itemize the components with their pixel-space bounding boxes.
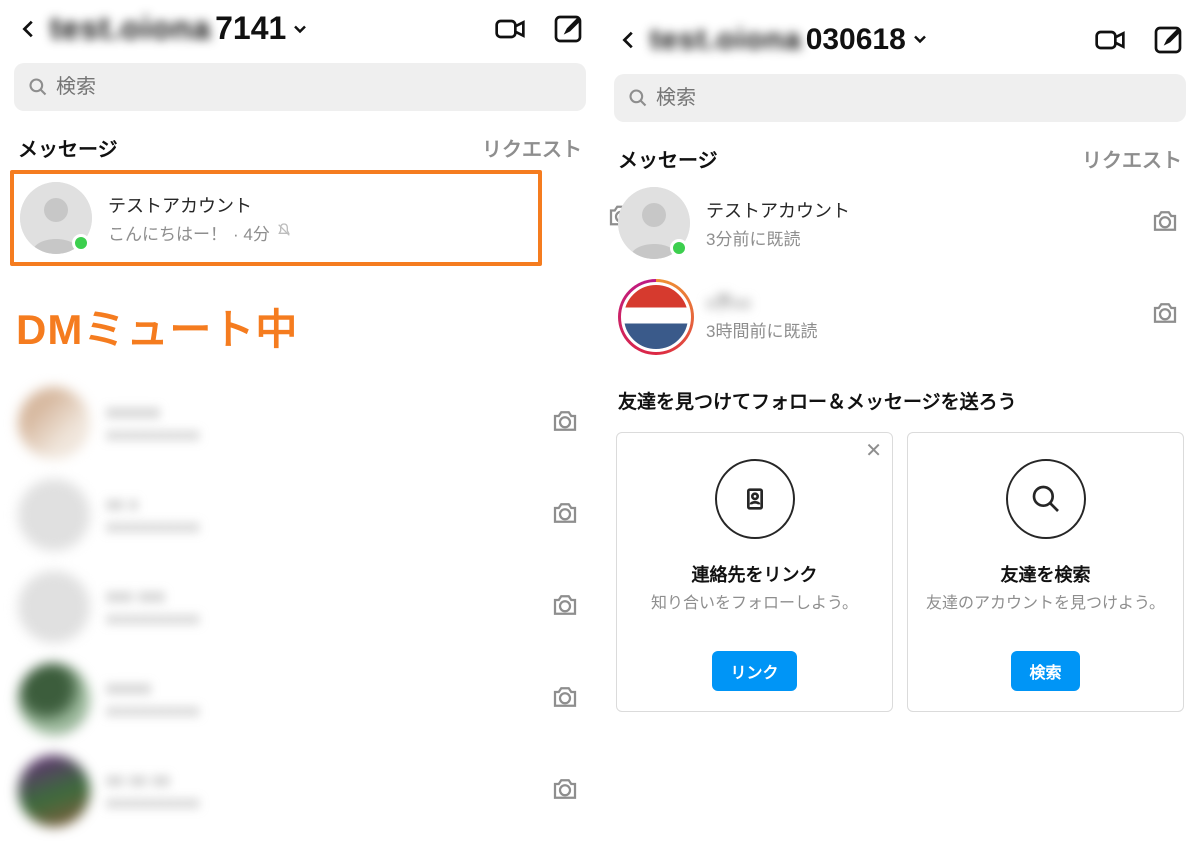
conversation-row[interactable]: xx xxxxxxxxxxxx xyxy=(10,469,590,561)
conversation-status: 3時間前に既読 xyxy=(706,317,1132,342)
camera-icon xyxy=(1150,206,1180,236)
camera-button[interactable] xyxy=(548,498,582,533)
tab-messages[interactable]: メッセージ xyxy=(618,144,718,173)
camera-button[interactable] xyxy=(1148,298,1182,333)
conversation-name: テストアカウント xyxy=(108,192,532,218)
chevron-left-icon xyxy=(18,18,40,40)
chevron-down-icon xyxy=(910,23,930,57)
suggestions-title: 友達を見つけてフォロー＆メッセージを送ろう xyxy=(610,361,1190,432)
video-call-button[interactable] xyxy=(1092,22,1128,58)
compose-icon xyxy=(552,13,584,45)
search-icon xyxy=(28,77,48,97)
avatar xyxy=(621,282,691,352)
camera-icon xyxy=(550,590,580,620)
conversation-row[interactable]: xxxxxxxxxxxxxxxxx xyxy=(10,377,590,469)
search-button[interactable]: 検索 xyxy=(1011,651,1079,691)
conversation-preview: こんにちはー！ · 4分 xyxy=(108,220,532,245)
suggestion-cards: ✕ 連絡先をリンク 知り合いをフォローしよう。 リンク 友達を検索 友達のアカウ… xyxy=(610,432,1190,712)
account-switcher[interactable]: test.oiona7141 xyxy=(50,10,486,47)
card-title: 友達を検索 xyxy=(1001,561,1091,587)
search-input[interactable] xyxy=(56,76,572,99)
camera-icon xyxy=(550,774,580,804)
dm-tabs: メッセージ リクエスト xyxy=(10,111,590,166)
conversation-status: 3分前に既読 xyxy=(706,225,1132,250)
presence-dot xyxy=(670,239,688,257)
compose-icon xyxy=(1152,24,1184,56)
conversation-row-highlighted[interactable]: テストアカウント こんにちはー！ · 4分 xyxy=(10,170,542,266)
conversation-row[interactable]: xxx xxxxxxxxxxxxxx xyxy=(10,561,590,653)
story-ring-icon xyxy=(618,279,694,355)
conversation-row[interactable]: x界xx 3時間前に既読 xyxy=(610,269,1190,361)
header: test.oiona7141 xyxy=(10,6,590,57)
avatar xyxy=(18,663,90,735)
search-bar[interactable] xyxy=(14,63,586,111)
conversation-text: テストアカウント こんにちはー！ · 4分 xyxy=(108,192,532,245)
header-actions xyxy=(492,11,586,47)
presence-dot xyxy=(72,234,90,252)
compose-button[interactable] xyxy=(1150,22,1186,58)
camera-button[interactable] xyxy=(548,682,582,717)
muted-icon xyxy=(276,222,292,243)
account-switcher[interactable]: test.oiona030618 xyxy=(650,23,1086,57)
close-button[interactable]: ✕ xyxy=(865,441,882,461)
dm-screen-other-account: test.oiona030618 メッセージ リクエスト テストアカウント xyxy=(600,0,1200,866)
conversation-row[interactable]: xxxxxxxxxxxxxxxx xyxy=(10,653,590,745)
conversation-row[interactable]: xx xx xxxxxxxxxxxxx xyxy=(10,745,590,837)
camera-button[interactable] xyxy=(548,406,582,441)
tab-requests[interactable]: リクエスト xyxy=(1082,144,1182,173)
avatar xyxy=(18,387,90,459)
avatar xyxy=(18,755,90,827)
avatar xyxy=(618,187,690,259)
conversation-name: テストアカウント xyxy=(706,197,1132,223)
video-icon xyxy=(1094,24,1126,56)
card-search-friends: 友達を検索 友達のアカウントを見つけよう。 検索 xyxy=(907,432,1184,712)
dm-screen-muted: test.oiona7141 メッセージ リクエスト xyxy=(0,0,600,866)
header: test.oiona030618 xyxy=(610,18,1190,68)
camera-button[interactable] xyxy=(1148,206,1182,241)
card-subtitle: 友達のアカウントを見つけよう。 xyxy=(926,593,1165,615)
annotation-label: DMミュート中 xyxy=(10,266,590,377)
link-button[interactable]: リンク xyxy=(712,651,796,691)
camera-icon xyxy=(1150,298,1180,328)
search-icon xyxy=(1006,459,1086,539)
video-icon xyxy=(494,13,526,45)
camera-icon xyxy=(550,682,580,712)
username-suffix: 7141 xyxy=(215,10,286,47)
camera-button[interactable] xyxy=(548,590,582,625)
back-button[interactable] xyxy=(14,14,44,44)
card-link-contacts: ✕ 連絡先をリンク 知り合いをフォローしよう。 リンク xyxy=(616,432,893,712)
chevron-left-icon xyxy=(618,29,640,51)
camera-icon xyxy=(550,498,580,528)
dm-tabs: メッセージ リクエスト xyxy=(610,122,1190,177)
avatar xyxy=(18,571,90,643)
username-blur: test.oiona xyxy=(650,23,802,57)
avatar-story[interactable] xyxy=(618,279,690,351)
camera-icon xyxy=(550,406,580,436)
card-subtitle: 知り合いをフォローしよう。 xyxy=(651,593,858,615)
header-actions xyxy=(1092,22,1186,58)
conversation-name: x界xx xyxy=(706,289,1132,315)
conversation-row[interactable]: テストアカウント 3分前に既読 xyxy=(610,177,1190,269)
avatar xyxy=(20,182,92,254)
search-input[interactable] xyxy=(656,87,1172,110)
search-icon xyxy=(628,88,648,108)
chevron-down-icon xyxy=(290,10,310,47)
card-title: 連絡先をリンク xyxy=(692,561,818,587)
tab-messages[interactable]: メッセージ xyxy=(18,133,118,162)
avatar xyxy=(18,479,90,551)
username-blur: test.oiona xyxy=(50,10,211,47)
search-bar[interactable] xyxy=(614,74,1186,122)
tab-requests[interactable]: リクエスト xyxy=(482,133,582,162)
compose-button[interactable] xyxy=(550,11,586,47)
username-suffix: 030618 xyxy=(806,23,906,57)
contacts-icon xyxy=(715,459,795,539)
video-call-button[interactable] xyxy=(492,11,528,47)
back-button[interactable] xyxy=(614,25,644,55)
camera-button[interactable] xyxy=(548,774,582,809)
